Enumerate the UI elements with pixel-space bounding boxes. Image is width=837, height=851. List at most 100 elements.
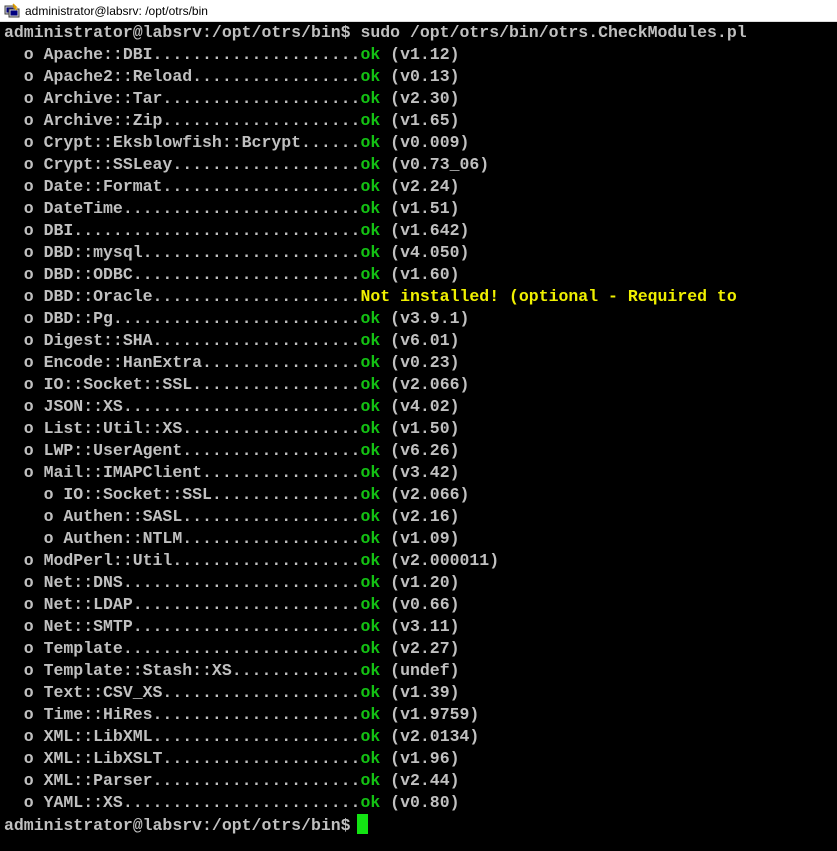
status-ok: ok — [360, 639, 381, 658]
module-version: (v4.050) — [380, 243, 470, 262]
module-version: (v1.20) — [380, 573, 460, 592]
module-version: (v2.16) — [380, 507, 460, 526]
module-version: (optional - Required to — [499, 287, 737, 306]
module-version: (v3.42) — [380, 463, 460, 482]
module-version: (v3.11) — [380, 617, 460, 636]
status-ok: ok — [360, 793, 381, 812]
module-list: o Apache::DBI.....................ok (v1… — [4, 44, 837, 814]
module-check-line: o Net::SMTP.......................ok (v3… — [4, 616, 837, 638]
module-version: (v2.44) — [380, 771, 460, 790]
module-name: o LWP::UserAgent.................. — [4, 441, 361, 460]
module-name: o Time::HiRes..................... — [4, 705, 361, 724]
module-version: (v0.73_06) — [380, 155, 490, 174]
module-name: o Authen::SASL.................. — [4, 507, 361, 526]
module-name: o List::Util::XS.................. — [4, 419, 361, 438]
module-version: (v0.80) — [380, 793, 460, 812]
status-not-installed: Not installed! — [360, 287, 500, 306]
status-ok: ok — [360, 683, 381, 702]
shell-prompt: administrator@labsrv:/opt/otrs/bin$ — [4, 816, 351, 835]
module-name: o Apache2::Reload................. — [4, 67, 361, 86]
module-name: o DBD::mysql...................... — [4, 243, 361, 262]
status-ok: ok — [360, 485, 381, 504]
status-ok: ok — [360, 573, 381, 592]
module-version: (v0.009) — [380, 133, 470, 152]
module-check-line: o Crypt::SSLeay...................ok (v0… — [4, 154, 837, 176]
module-name: o XML::Parser..................... — [4, 771, 361, 790]
module-version: (v0.66) — [380, 595, 460, 614]
title-bar[interactable]: administrator@labsrv: /opt/otrs/bin — [0, 0, 837, 22]
status-ok: ok — [360, 705, 381, 724]
module-name: o IO::Socket::SSL................. — [4, 375, 361, 394]
status-ok: ok — [360, 309, 381, 328]
module-version: (v1.09) — [380, 529, 460, 548]
module-name: o DBI............................. — [4, 221, 361, 240]
module-version: (v2.27) — [380, 639, 460, 658]
module-check-line: o Crypt::Eksblowfish::Bcrypt......ok (v0… — [4, 132, 837, 154]
terminal-output[interactable]: administrator@labsrv:/opt/otrs/bin$ sudo… — [0, 22, 837, 851]
module-check-line: o Authen::NTLM..................ok (v1.0… — [4, 528, 837, 550]
module-version: (v1.12) — [380, 45, 460, 64]
terminal-window: administrator@labsrv: /opt/otrs/bin admi… — [0, 0, 837, 851]
module-name: o Net::DNS........................ — [4, 573, 361, 592]
status-ok: ok — [360, 45, 381, 64]
status-ok: ok — [360, 595, 381, 614]
module-check-line: o Date::Format....................ok (v2… — [4, 176, 837, 198]
module-check-line: o Mail::IMAPClient................ok (v3… — [4, 462, 837, 484]
module-name: o Digest::SHA..................... — [4, 331, 361, 350]
module-check-line: o IO::Socket::SSL...............ok (v2.0… — [4, 484, 837, 506]
module-name: o YAML::XS........................ — [4, 793, 361, 812]
status-ok: ok — [360, 617, 381, 636]
status-ok: ok — [360, 419, 381, 438]
module-name: o Crypt::Eksblowfish::Bcrypt...... — [4, 133, 361, 152]
module-name: o DBD::ODBC....................... — [4, 265, 361, 284]
module-check-line: o Template::Stash::XS.............ok (un… — [4, 660, 837, 682]
module-version: (v2.0134) — [380, 727, 480, 746]
status-ok: ok — [360, 331, 381, 350]
module-version: (v2.24) — [380, 177, 460, 196]
module-name: o Template........................ — [4, 639, 361, 658]
status-ok: ok — [360, 749, 381, 768]
module-name: o XML::LibXML..................... — [4, 727, 361, 746]
status-ok: ok — [360, 551, 381, 570]
window-title: administrator@labsrv: /opt/otrs/bin — [25, 3, 208, 18]
status-ok: ok — [360, 177, 381, 196]
status-ok: ok — [360, 661, 381, 680]
module-version: (v1.50) — [380, 419, 460, 438]
module-name: o DateTime........................ — [4, 199, 361, 218]
module-name: o Encode::HanExtra................ — [4, 353, 361, 372]
module-check-line: o DateTime........................ok (v1… — [4, 198, 837, 220]
module-name: o DBD::Pg......................... — [4, 309, 361, 328]
module-version: (v1.60) — [380, 265, 460, 284]
module-check-line: o YAML::XS........................ok (v0… — [4, 792, 837, 814]
status-ok: ok — [360, 133, 381, 152]
module-version: (undef) — [380, 661, 460, 680]
module-version: (v1.642) — [380, 221, 470, 240]
module-name: o Text::CSV_XS.................... — [4, 683, 361, 702]
status-ok: ok — [360, 375, 381, 394]
module-name: o Net::LDAP....................... — [4, 595, 361, 614]
status-ok: ok — [360, 221, 381, 240]
module-check-line: o Apache2::Reload.................ok (v0… — [4, 66, 837, 88]
status-ok: ok — [360, 507, 381, 526]
status-ok: ok — [360, 89, 381, 108]
command-text: sudo /opt/otrs/bin/otrs.CheckModules.pl — [360, 23, 747, 42]
module-check-line: o Digest::SHA.....................ok (v6… — [4, 330, 837, 352]
status-ok: ok — [360, 441, 381, 460]
module-name: o Net::SMTP....................... — [4, 617, 361, 636]
module-version: (v2.066) — [380, 375, 470, 394]
module-name: o Apache::DBI..................... — [4, 45, 361, 64]
module-name: o Template::Stash::XS............. — [4, 661, 361, 680]
module-check-line: o List::Util::XS..................ok (v1… — [4, 418, 837, 440]
module-check-line: o Authen::SASL..................ok (v2.1… — [4, 506, 837, 528]
module-version: (v1.65) — [380, 111, 460, 130]
module-name: o Mail::IMAPClient................ — [4, 463, 361, 482]
module-name: o Authen::NTLM.................. — [4, 529, 361, 548]
status-ok: ok — [360, 463, 381, 482]
status-ok: ok — [360, 397, 381, 416]
putty-terminal-icon — [4, 2, 20, 17]
module-check-line: o Apache::DBI.....................ok (v1… — [4, 44, 837, 66]
module-name: o XML::LibXSLT.................... — [4, 749, 361, 768]
final-prompt-line: administrator@labsrv:/opt/otrs/bin$ — [4, 814, 837, 836]
module-version: (v1.51) — [380, 199, 460, 218]
module-check-line: o DBI.............................ok (v1… — [4, 220, 837, 242]
